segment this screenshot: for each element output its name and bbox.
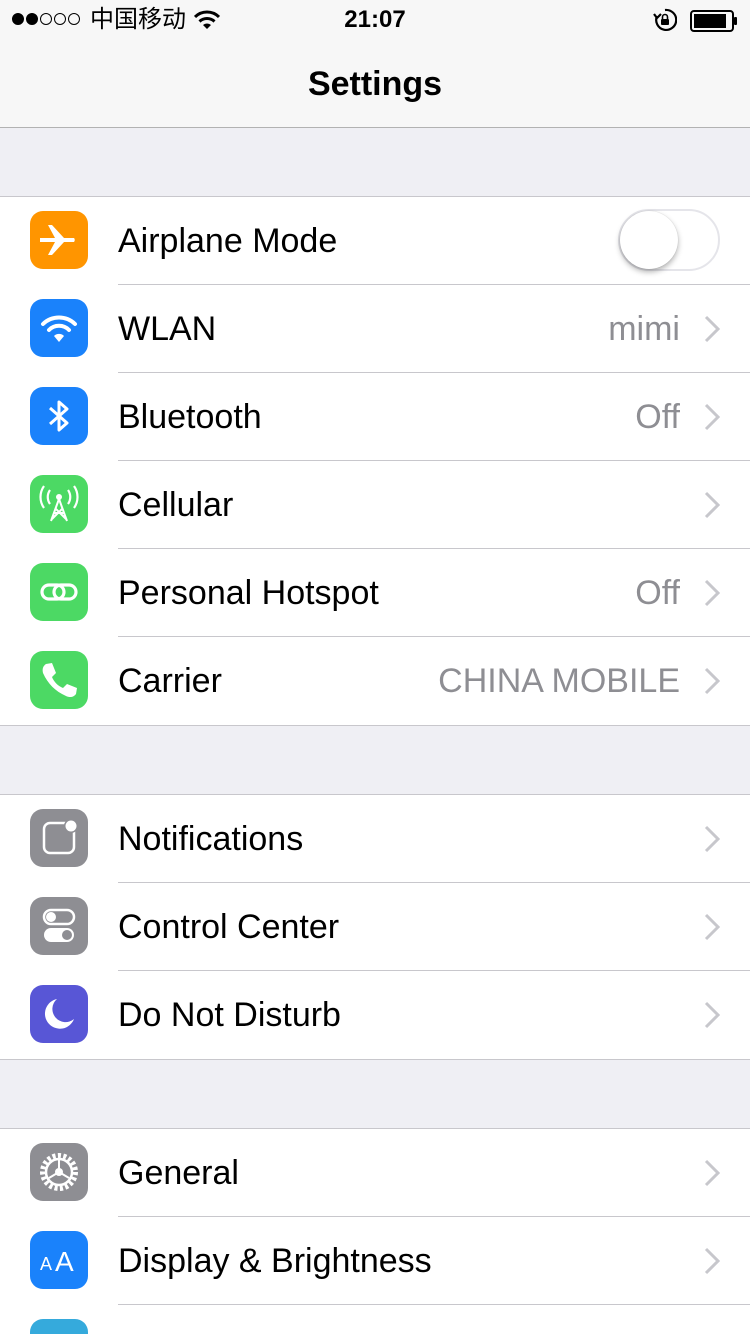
chevron-right-icon [704,1247,720,1275]
chevron-right-icon [704,491,720,519]
moon-icon [30,985,88,1043]
wifi-icon [30,299,88,357]
chevron-right-icon [704,913,720,941]
battery-icon [690,10,737,32]
hotspot-icon [30,563,88,621]
settings-screen: 中国移动 21:07 Settings Airplane Mode WLAN m… [0,0,750,1334]
settings-row-airplane-mode[interactable]: Airplane Mode [0,197,750,285]
settings-row-display-brightness[interactable]: A A Display & Brightness [0,1217,750,1305]
carrier-value: CHINA MOBILE [438,662,680,700]
settings-row-do-not-disturb[interactable]: Do Not Disturb [0,971,750,1059]
gear-icon [30,1143,88,1201]
text-size-icon: A A [30,1231,88,1289]
settings-group-system: Notifications Control Center Do Not Dist… [0,794,750,1060]
row-label: Do Not Disturb [118,996,341,1034]
settings-row-cellular[interactable]: Cellular [0,461,750,549]
row-label: Bluetooth [118,398,262,436]
bluetooth-value: Off [635,398,680,436]
row-label: Cellular [118,486,234,524]
settings-row-bluetooth[interactable]: Bluetooth Off [0,373,750,461]
row-label: Control Center [118,908,340,946]
settings-row-general[interactable]: General [0,1129,750,1217]
row-label: General [118,1154,239,1192]
navigation-bar: Settings [0,40,750,128]
row-label: WLAN [118,310,217,348]
chevron-right-icon [704,315,720,343]
chevron-right-icon [704,1001,720,1029]
chevron-right-icon [704,667,720,695]
bluetooth-icon [30,387,88,445]
airplane-mode-toggle[interactable] [618,209,720,271]
row-label: Notifications [118,820,304,858]
notifications-icon [30,809,88,867]
settings-row-wallpaper[interactable] [0,1305,750,1334]
control-center-icon [30,897,88,955]
wlan-network-value: mimi [608,310,680,348]
chevron-right-icon [704,825,720,853]
svg-text:A: A [55,1246,74,1277]
cellular-icon [30,475,88,533]
status-time: 21:07 [344,6,406,33]
chevron-right-icon [704,579,720,607]
settings-row-notifications[interactable]: Notifications [0,795,750,883]
phone-icon [30,651,88,709]
settings-row-carrier[interactable]: Carrier CHINA MOBILE [0,637,750,725]
row-label: Display & Brightness [118,1242,432,1280]
settings-row-control-center[interactable]: Control Center [0,883,750,971]
rotation-lock-icon [653,8,677,31]
wallpaper-icon [30,1319,88,1334]
settings-group-connectivity: Airplane Mode WLAN mimi Bluetooth Off Ce… [0,196,750,726]
settings-row-wlan[interactable]: WLAN mimi [0,285,750,373]
row-label: Airplane Mode [118,222,338,260]
status-bar: 中国移动 21:07 [0,0,750,40]
airplane-icon [30,211,88,269]
row-label: Personal Hotspot [118,574,379,612]
settings-row-personal-hotspot[interactable]: Personal Hotspot Off [0,549,750,637]
row-label: Carrier [118,662,222,700]
page-title: Settings [307,65,443,103]
chevron-right-icon [704,1159,720,1187]
chevron-right-icon [704,403,720,431]
hotspot-value: Off [635,574,680,612]
svg-text:A: A [40,1254,52,1274]
settings-group-general: General A A Display & Brightness [0,1128,750,1334]
